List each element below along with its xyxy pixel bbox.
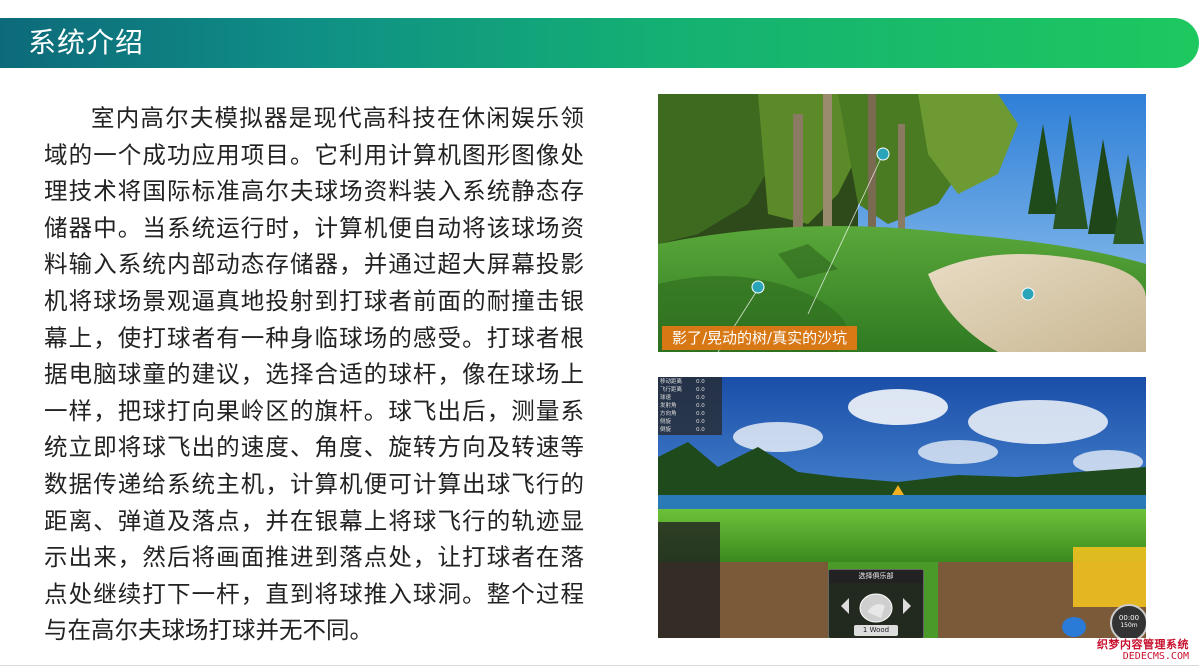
forest-bunker-scene: [658, 94, 1146, 352]
watermark-line2: DEDECMS.COM: [1122, 651, 1189, 662]
hud-label: 飞行距离: [660, 387, 683, 393]
hud-label: 方向角: [660, 411, 677, 417]
hud-label: 移动距离: [660, 379, 683, 385]
hud-label: 球速: [660, 395, 672, 401]
distance-value: 150m: [1120, 622, 1138, 629]
shot-data-panel: 移动距离 0.0 飞行距离 0.0 球速 0.0 发射角 0.0 方向角 0.0 侧旋 0.…: [658, 377, 722, 435]
selected-club-label: 1 Wood: [854, 625, 898, 636]
hud-row: 飞行距离 0.0: [660, 386, 720, 394]
hud-value: 0.0: [696, 379, 705, 385]
hud-value: 0.0: [696, 411, 705, 417]
club-selector[interactable]: 选择俱乐部 1 Wood: [828, 569, 924, 638]
screenshot-caption: 影了/晃动的树/真实的沙坑: [662, 326, 858, 350]
timer-value: 00:00: [1118, 614, 1140, 622]
hud-value: 0.0: [696, 387, 705, 393]
hud-row: 方向角 0.0: [660, 410, 720, 418]
hud-value: 0.0: [696, 419, 705, 425]
hud-label: 侧旋: [660, 419, 672, 425]
hud-row: 移动距离 0.0: [660, 378, 720, 386]
hud-label: 倒旋: [660, 427, 672, 433]
golf-course-screenshot-trees-bunker: 影了/晃动的树/真实的沙坑: [658, 94, 1146, 352]
watermark-line1: 织梦内容管理系统: [1097, 638, 1189, 651]
hud-row: 发射角 0.0: [660, 402, 720, 410]
footer-divider: [0, 665, 1199, 666]
section-header-bar: 系统介绍: [0, 18, 1199, 68]
hud-value: 0.0: [696, 395, 705, 401]
hud-row: 球速 0.0: [660, 394, 720, 402]
hud-label: 发射角: [660, 403, 677, 409]
site-watermark: 织梦内容管理系统 DEDECMS.COM: [1088, 638, 1199, 664]
hud-row: 侧旋 0.0: [660, 418, 720, 426]
hud-value: 0.0: [696, 403, 705, 409]
shot-timer: 00:00 150m: [1110, 604, 1146, 638]
hud-value: 0.0: [696, 427, 705, 433]
system-description-paragraph: 室内高尔夫模拟器是现代高科技在休闲娱乐领域的一个成功应用项目。它利用计算机图形图…: [44, 104, 584, 645]
golf-simulator-range-screenshot: 移动距离 0.0 飞行距离 0.0 球速 0.0 发射角 0.0 方向角 0.0 侧旋 0.…: [658, 377, 1146, 638]
hud-row: 倒旋 0.0: [660, 426, 720, 434]
chevron-right-icon: [903, 598, 911, 614]
chevron-left-icon: [841, 598, 849, 614]
section-title: 系统介绍: [28, 26, 145, 59]
